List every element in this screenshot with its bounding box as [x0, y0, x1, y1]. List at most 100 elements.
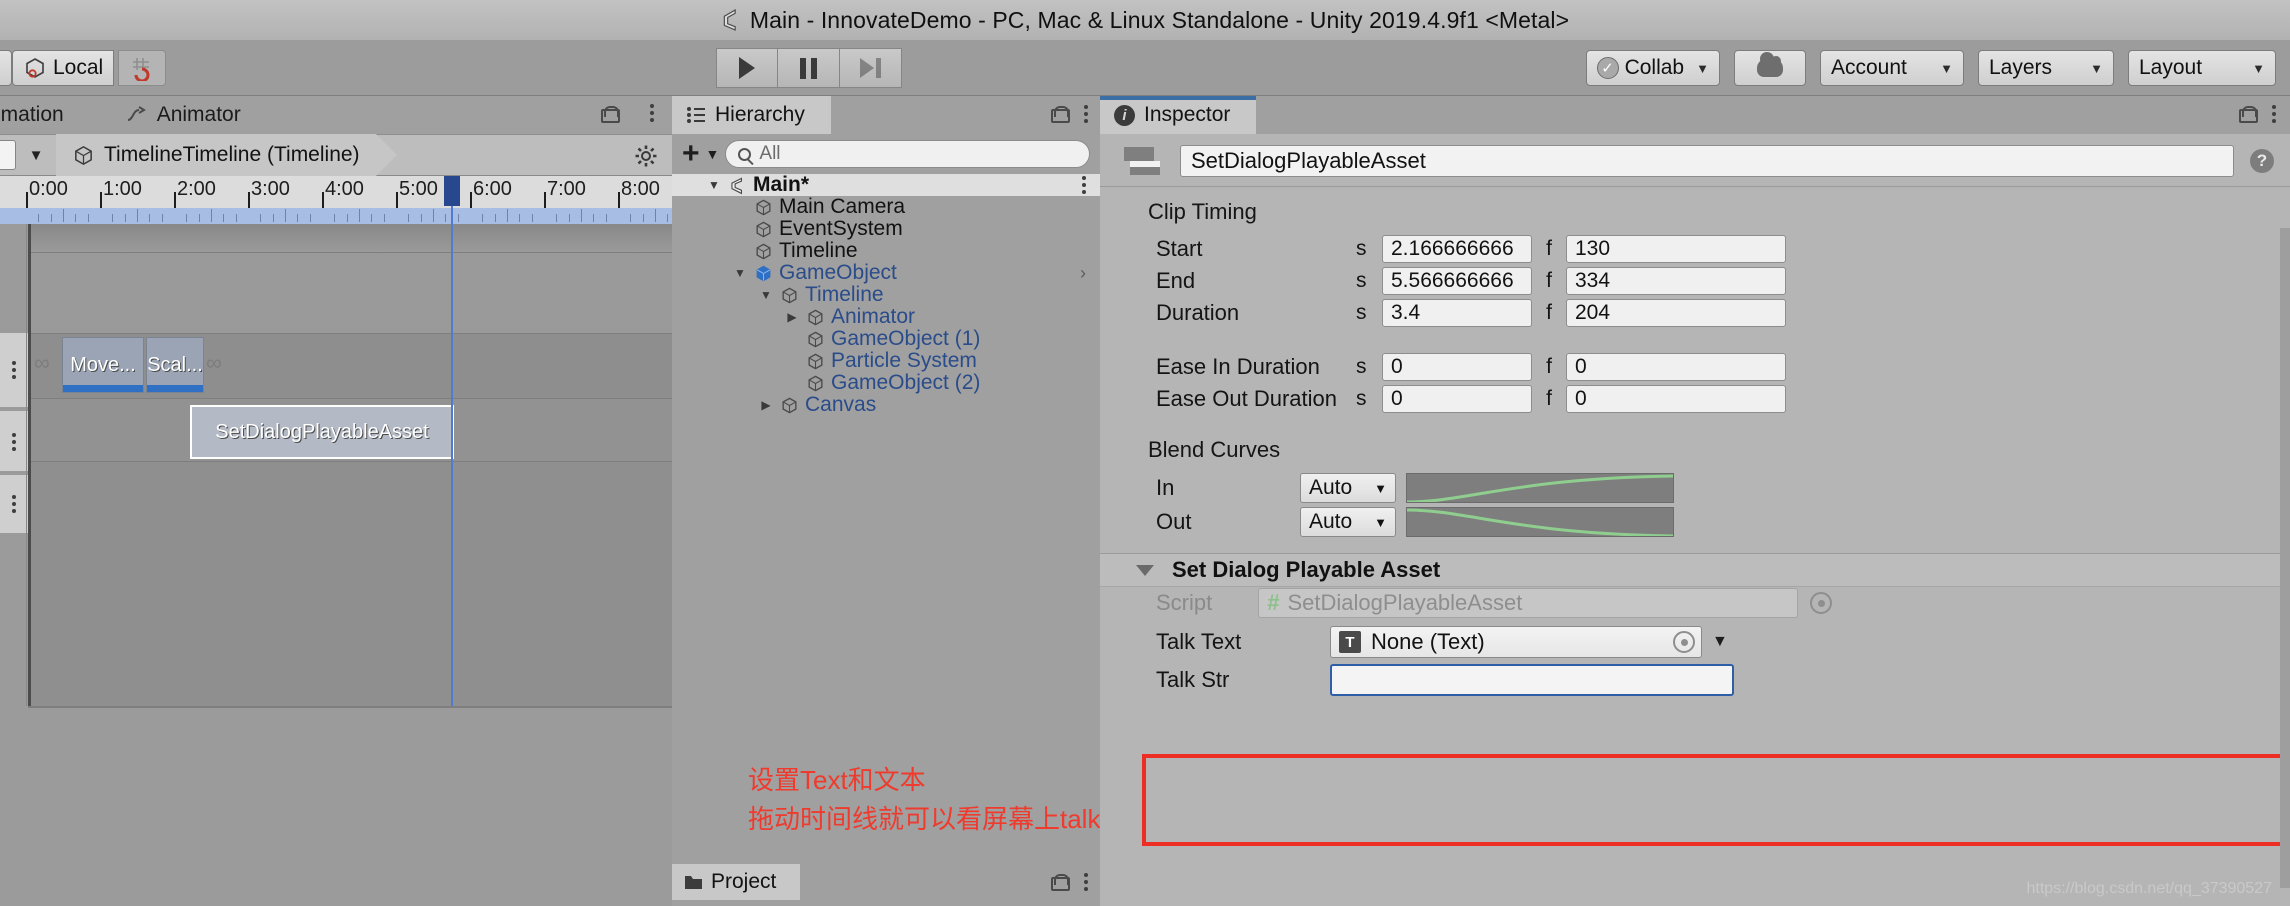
- timeline-ruler[interactable]: 0:00 1:00 2:00 3:00 4:00 5:00 6:00 7:00 8:00: [0, 176, 672, 224]
- frames-input[interactable]: 334: [1566, 267, 1786, 295]
- hierarchy-tree[interactable]: ▼ Main* Main Camera EventSystem Timeline ▼ Gam…: [672, 173, 1100, 416]
- project-menu-button[interactable]: [1084, 873, 1088, 891]
- pivot-rotation-button[interactable]: Local: [12, 50, 115, 86]
- disclosure-triangle-icon[interactable]: ▶: [784, 310, 800, 324]
- ease-in-curve[interactable]: [1406, 473, 1674, 503]
- hierarchy-item-gameobject-1[interactable]: GameObject (1): [672, 327, 1100, 350]
- ruler-label: 8:00: [621, 178, 660, 200]
- ruler-minor-tick: [235, 214, 237, 222]
- track-head-3[interactable]: [0, 475, 28, 533]
- play-button[interactable]: [716, 48, 778, 88]
- track-row-4[interactable]: [30, 462, 672, 706]
- ruler-minor-tick: [38, 214, 40, 222]
- hierarchy-menu-button[interactable]: [1084, 105, 1088, 123]
- disclosure-triangle-icon[interactable]: ▼: [732, 266, 748, 280]
- hierarchy-item-timeline[interactable]: Timeline: [672, 239, 1100, 262]
- ruler-minor-tick: [593, 214, 595, 222]
- hierarchy-item-gameobject[interactable]: ▼ GameObject ›: [672, 261, 1100, 284]
- hierarchy-item-canvas[interactable]: ▶ Canvas: [672, 393, 1100, 416]
- frames-input[interactable]: 0: [1566, 353, 1786, 381]
- breadcrumb[interactable]: TimelineTimeline (Timeline): [56, 134, 397, 176]
- gameobject-cube-icon: [808, 309, 823, 325]
- hierarchy-item-gameobject-2[interactable]: GameObject (2): [672, 371, 1100, 394]
- blend-out-dropdown[interactable]: Auto ▼: [1300, 507, 1396, 537]
- hierarchy-item-timeline[interactable]: ▼ Timeline: [672, 283, 1100, 306]
- clip-scale[interactable]: Scal...: [146, 337, 204, 393]
- tab-inspector[interactable]: i Inspector: [1100, 96, 1257, 134]
- tab-project[interactable]: Project: [672, 864, 801, 900]
- timeline-menu-button[interactable]: [650, 104, 654, 122]
- frames-input[interactable]: 0: [1566, 385, 1786, 413]
- transform-tool-partial[interactable]: [0, 50, 12, 86]
- hierarchy-lock-button[interactable]: [1051, 105, 1070, 123]
- track-head-1[interactable]: [0, 333, 28, 407]
- blend-out-label: Out: [1156, 509, 1192, 534]
- ease-out-curve[interactable]: [1406, 507, 1674, 537]
- blend-in-dropdown[interactable]: Auto ▼: [1300, 473, 1396, 503]
- hierarchy-item-animator[interactable]: ▶ Animator: [672, 305, 1100, 328]
- chevron-right-icon[interactable]: ›: [1080, 263, 1086, 284]
- timeline-playhead[interactable]: [444, 176, 460, 706]
- frames-input[interactable]: 130: [1566, 235, 1786, 263]
- timeline-lock-button[interactable]: [601, 106, 620, 123]
- chevron-down-icon[interactable]: ▼: [1712, 633, 1728, 651]
- tab-hierarchy[interactable]: Hierarchy: [672, 96, 831, 134]
- disclosure-triangle-icon[interactable]: ▼: [758, 288, 774, 302]
- seconds-input[interactable]: 0: [1382, 385, 1532, 413]
- project-lock-button[interactable]: [1051, 873, 1070, 891]
- account-button[interactable]: Account ▼: [1820, 50, 1964, 86]
- gameobject-cube-icon: [756, 243, 771, 259]
- ruler-minor-tick: [186, 214, 188, 222]
- hierarchy-item-particle-system[interactable]: Particle System: [672, 349, 1100, 372]
- seconds-input[interactable]: 5.566666666: [1382, 267, 1532, 295]
- seconds-input[interactable]: 2.166666666: [1382, 235, 1532, 263]
- timeline-preview-button[interactable]: [0, 140, 16, 170]
- kebab-icon: [0, 495, 28, 513]
- step-button[interactable]: [840, 48, 902, 88]
- frames-input[interactable]: 204: [1566, 299, 1786, 327]
- tab-animation[interactable]: imation: [0, 96, 82, 134]
- gear-icon[interactable]: [634, 144, 658, 168]
- disclosure-triangle-icon[interactable]: ▼: [706, 178, 722, 192]
- add-gameobject-button[interactable]: +: [682, 139, 700, 169]
- hierarchy-item-main[interactable]: ▼ Main*: [672, 173, 1100, 196]
- search-input[interactable]: All: [725, 140, 1090, 168]
- track-row-1[interactable]: [30, 253, 672, 333]
- timeline-selector-caret[interactable]: ▼: [16, 147, 56, 164]
- script-field[interactable]: # SetDialogPlayableAsset: [1258, 588, 1799, 618]
- object-picker-icon[interactable]: [1673, 631, 1695, 653]
- pause-button[interactable]: [778, 48, 840, 88]
- layers-button[interactable]: Layers ▼: [1978, 50, 2114, 86]
- ruler-label: 6:00: [473, 178, 512, 200]
- talk-text-objectfield[interactable]: T None (Text): [1330, 626, 1702, 658]
- clip-move[interactable]: Move...: [62, 337, 144, 393]
- inspector-menu-button[interactable]: [2272, 105, 2276, 123]
- disclosure-triangle-icon[interactable]: ▶: [758, 398, 774, 412]
- object-picker-icon[interactable]: [1810, 592, 1833, 614]
- kebab-icon[interactable]: [1082, 176, 1086, 194]
- play-icon: [739, 57, 755, 79]
- talk-str-input[interactable]: [1330, 664, 1734, 696]
- inspector-scrollbar[interactable]: [2280, 228, 2290, 888]
- track-head-2[interactable]: [0, 411, 28, 471]
- component-foldout[interactable]: Set Dialog Playable Asset: [1100, 553, 2290, 587]
- hierarchy-item-eventsystem[interactable]: EventSystem: [672, 217, 1100, 240]
- asset-name-input[interactable]: SetDialogPlayableAsset: [1180, 145, 2234, 177]
- chevron-down-icon[interactable]: ▼: [706, 146, 720, 162]
- seconds-input[interactable]: 0: [1382, 353, 1532, 381]
- collab-button[interactable]: ✓ Collab ▼: [1585, 50, 1720, 86]
- seconds-input[interactable]: 3.4: [1382, 299, 1532, 327]
- inspector-lock-button[interactable]: [2239, 105, 2258, 123]
- layout-button[interactable]: Layout ▼: [2128, 50, 2276, 86]
- tab-animator[interactable]: Animator: [107, 96, 259, 134]
- hierarchy-item-main-camera[interactable]: Main Camera: [672, 195, 1100, 218]
- playhead-handle[interactable]: [444, 176, 460, 206]
- cloud-services-button[interactable]: [1734, 50, 1806, 86]
- timeline-tracks[interactable]: ∞ Move... Scal... ∞ SetDialogPlayableAss…: [26, 224, 672, 706]
- hierarchy-toolbar: + ▼ All: [672, 134, 1100, 174]
- clip-setdialogplayableasset[interactable]: SetDialogPlayableAsset: [190, 405, 454, 459]
- seconds-value: 2.166666666: [1391, 237, 1514, 260]
- help-icon[interactable]: ?: [2250, 149, 2274, 173]
- grid-snap-button[interactable]: [118, 50, 167, 86]
- track-gridline: [26, 224, 27, 706]
